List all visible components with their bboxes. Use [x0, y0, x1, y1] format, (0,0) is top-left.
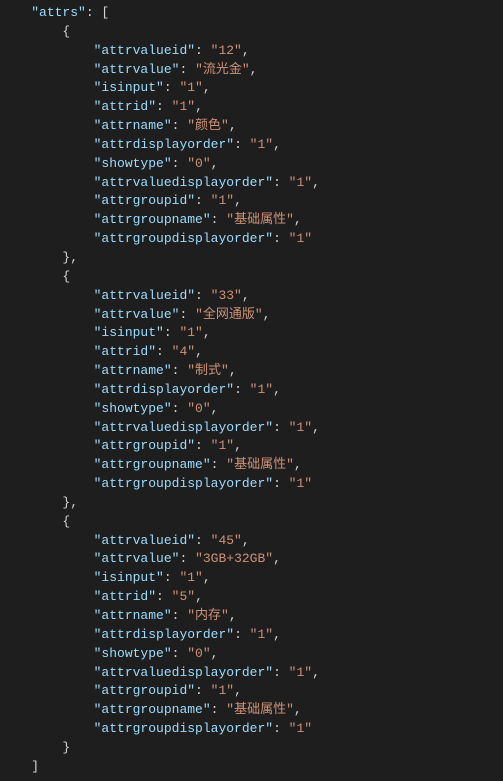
- code-line: "attrgroupdisplayorder": "1": [0, 475, 503, 494]
- code-line: "attrvalueid": "33",: [0, 287, 503, 306]
- code-line: "attrvaluedisplayorder": "1",: [0, 419, 503, 438]
- code-line: "attrgroupid": "1",: [0, 192, 503, 211]
- code-line: "attrvalue": "全网通版",: [0, 306, 503, 325]
- code-line: "attrname": "内存",: [0, 607, 503, 626]
- code-line: "attrgroupname": "基础属性",: [0, 701, 503, 720]
- code-line: "isinput": "1",: [0, 569, 503, 588]
- code-line: "attrname": "颜色",: [0, 117, 503, 136]
- code-line: {: [0, 23, 503, 42]
- code-line: "attrs": [: [0, 4, 503, 23]
- code-line: "showtype": "0",: [0, 400, 503, 419]
- code-line: "showtype": "0",: [0, 645, 503, 664]
- code-line: "attrgroupid": "1",: [0, 682, 503, 701]
- code-line: "attrvalue": "流光金",: [0, 61, 503, 80]
- code-line: "attrgroupid": "1",: [0, 437, 503, 456]
- code-line: "attrvaluedisplayorder": "1",: [0, 664, 503, 683]
- code-line: ]: [0, 758, 503, 777]
- code-line: "attrid": "4",: [0, 343, 503, 362]
- code-line: "attrvaluedisplayorder": "1",: [0, 174, 503, 193]
- code-line: {: [0, 513, 503, 532]
- code-line: "attrvalueid": "45",: [0, 532, 503, 551]
- code-line: },: [0, 494, 503, 513]
- code-line: "attrdisplayorder": "1",: [0, 136, 503, 155]
- code-line: "attrvalueid": "12",: [0, 42, 503, 61]
- code-line: "showtype": "0",: [0, 155, 503, 174]
- code-line: }: [0, 739, 503, 758]
- code-line: "attrdisplayorder": "1",: [0, 626, 503, 645]
- code-line: "isinput": "1",: [0, 79, 503, 98]
- code-line: "attrgroupname": "基础属性",: [0, 211, 503, 230]
- code-line: "attrname": "制式",: [0, 362, 503, 381]
- code-line: "attrgroupdisplayorder": "1": [0, 230, 503, 249]
- json-code-block: "attrs": [ { "attrvalueid": "12", "attrv…: [0, 0, 503, 781]
- code-line: "attrdisplayorder": "1",: [0, 381, 503, 400]
- code-line: "isinput": "1",: [0, 324, 503, 343]
- code-line: {: [0, 268, 503, 287]
- code-line: "attrid": "1",: [0, 98, 503, 117]
- code-line: "attrgroupdisplayorder": "1": [0, 720, 503, 739]
- code-line: "attrvalue": "3GB+32GB",: [0, 550, 503, 569]
- code-line: "attrid": "5",: [0, 588, 503, 607]
- code-line: "attrgroupname": "基础属性",: [0, 456, 503, 475]
- code-line: },: [0, 249, 503, 268]
